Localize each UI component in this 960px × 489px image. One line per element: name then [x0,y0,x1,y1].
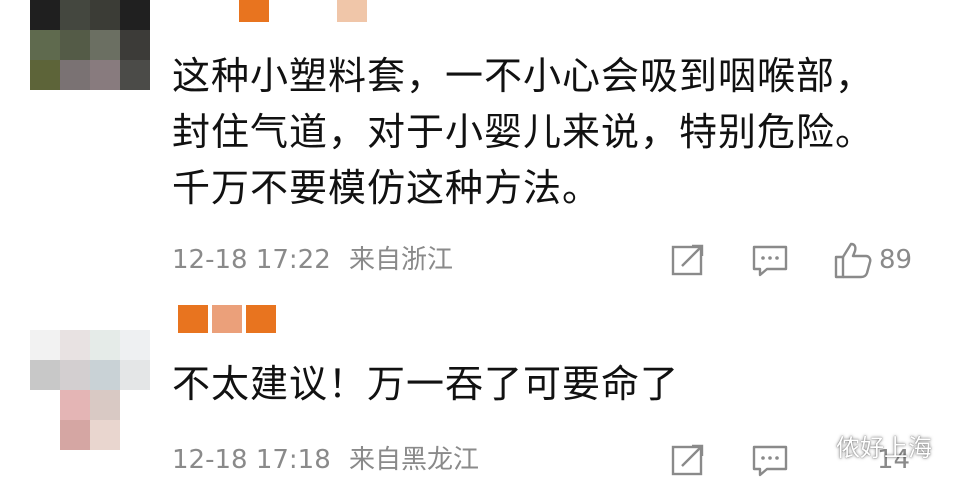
username-blurred[interactable] [178,305,276,333]
avatar[interactable] [30,330,150,450]
reply-button[interactable] [750,240,790,280]
avatar[interactable] [30,0,150,90]
reply-button[interactable] [750,440,790,480]
comment-text: 这种小塑料套，一不小心会吸到咽喉部，封住气道，对于小婴儿来说，特别危险。千万不要… [172,54,875,210]
share-forward-icon [671,244,704,276]
comment-item: 这种小塑料套，一不小心会吸到咽喉部，封住气道，对于小婴儿来说，特别危险。千万不要… [0,0,960,300]
like-button[interactable]: 89 [833,240,912,280]
forward-button[interactable] [670,440,706,480]
comment-bubble-icon [752,445,788,477]
wechat-icon [797,432,829,457]
comment-text: 不太建议！万一吞了可要命了 [172,362,680,406]
share-forward-icon [671,444,704,476]
comment-actions: 89 [0,240,960,280]
thumbs-up-icon [834,242,872,279]
watermark: 侬好上海 [796,428,932,463]
forward-button[interactable] [670,240,706,280]
like-count: 89 [879,245,913,275]
watermark-text: 侬好上海 [836,434,932,462]
username-blurred[interactable] [175,0,367,22]
comment-bubble-icon [752,245,788,277]
